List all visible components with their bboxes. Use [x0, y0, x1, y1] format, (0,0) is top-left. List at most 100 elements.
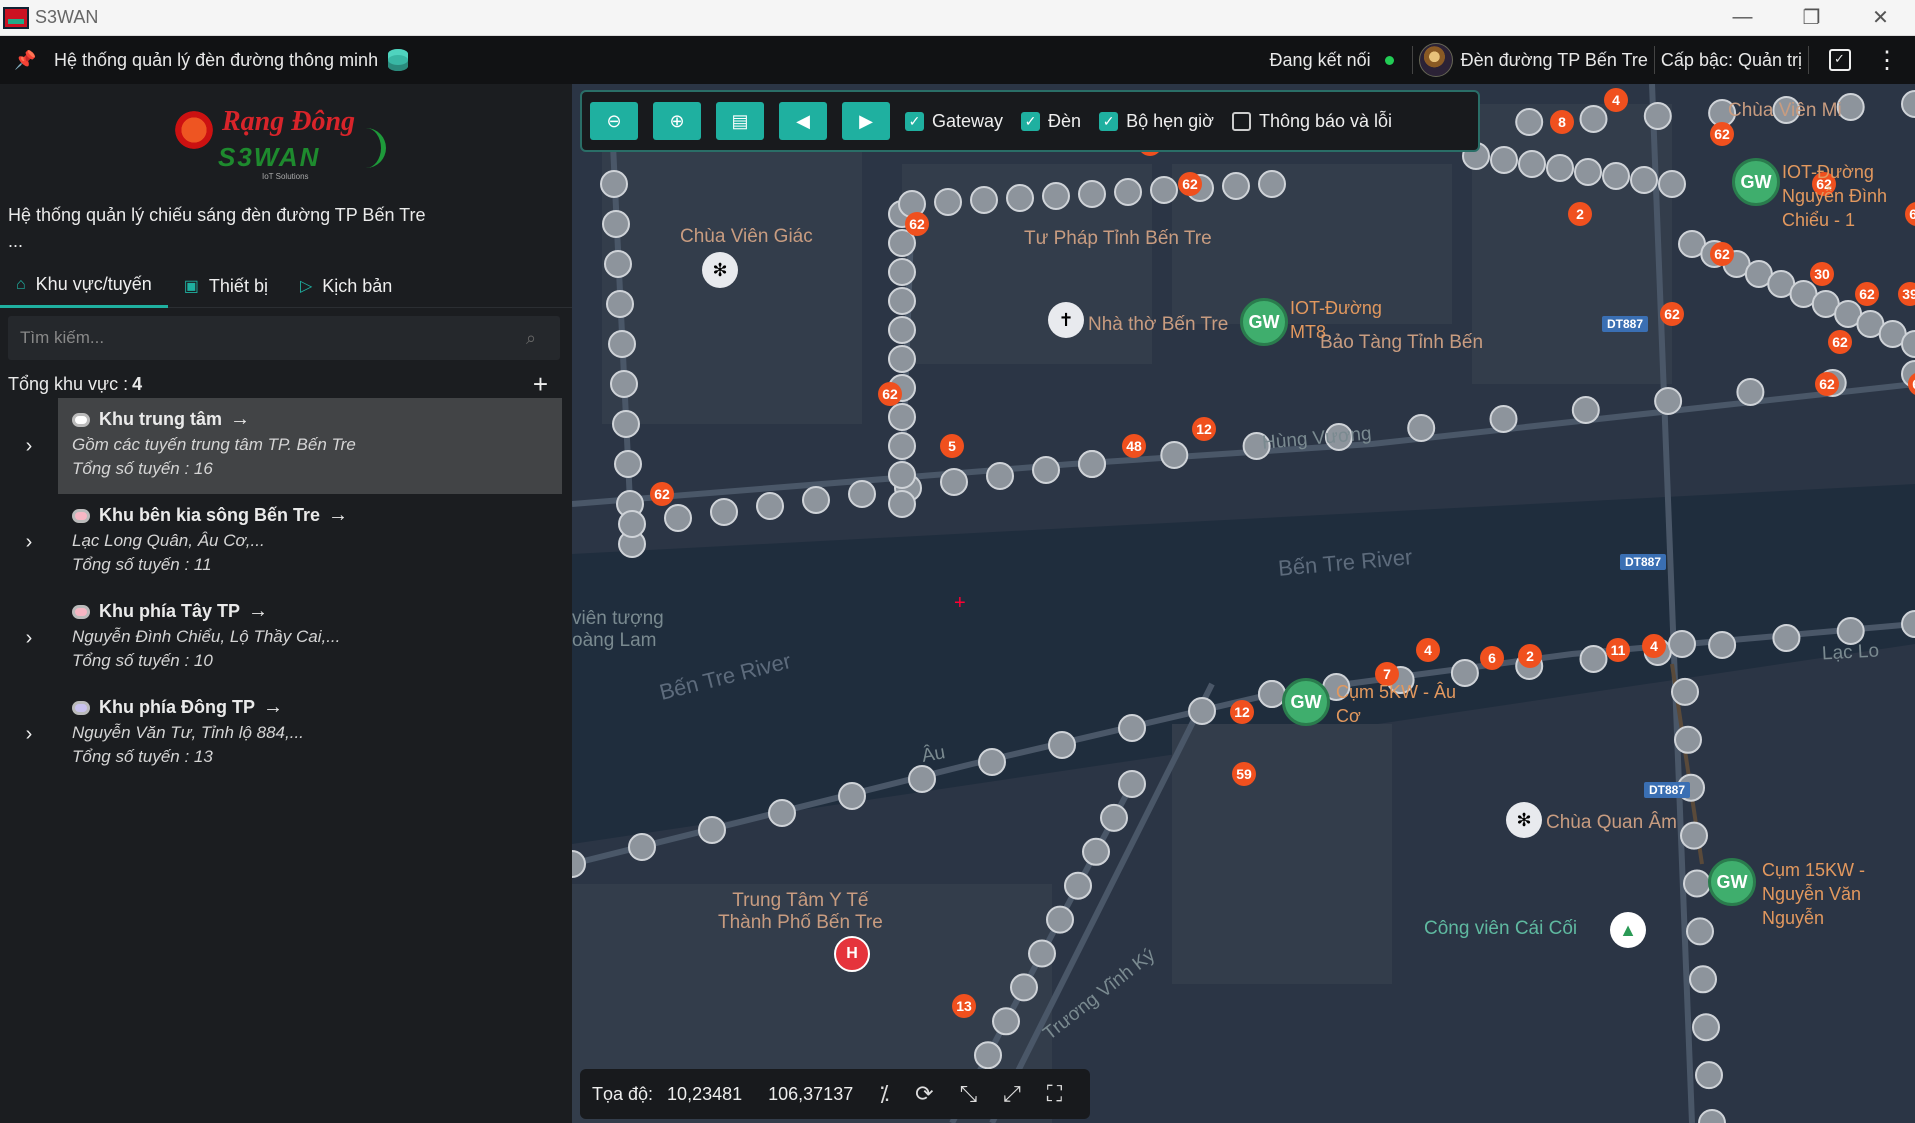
area-item-west[interactable]: › Khu phía Tây TP → Nguyễn Đình Chiểu, Lộ…	[0, 590, 572, 686]
lamp-marker[interactable]	[1490, 146, 1518, 174]
lamp-marker[interactable]	[1686, 917, 1714, 946]
lamp-marker[interactable]	[628, 833, 656, 861]
lamp-marker[interactable]	[1028, 939, 1056, 968]
organization-name[interactable]: Đèn đường TP Bến Tre	[1461, 50, 1648, 71]
lamp-marker[interactable]	[1692, 1013, 1720, 1042]
lamp-marker[interactable]	[970, 186, 998, 214]
chevron-right-icon[interactable]: ›	[0, 398, 58, 494]
lamp-marker[interactable]	[940, 468, 968, 496]
lamp-marker[interactable]	[1654, 387, 1683, 415]
history-forward-button[interactable]: ▶	[842, 102, 890, 140]
fit-screen-icon[interactable]: ⛶	[1047, 1081, 1062, 1107]
area-item-across-river[interactable]: › Khu bên kia sông Bến Tre → Lạc Long Quâ…	[0, 494, 572, 590]
church-icon[interactable]: ✝	[1048, 302, 1084, 338]
lamp-marker[interactable]	[1683, 869, 1711, 898]
lamp-marker[interactable]	[1772, 624, 1801, 652]
refresh-icon[interactable]: ⟳	[915, 1081, 933, 1107]
lamp-marker[interactable]	[888, 258, 916, 286]
lamp-marker[interactable]	[934, 188, 962, 216]
lamp-marker[interactable]	[992, 1007, 1020, 1036]
collapse-icon[interactable]: ⤡	[960, 1081, 978, 1107]
arrow-right-icon[interactable]: →	[248, 600, 268, 623]
lamp-marker[interactable]	[602, 210, 630, 238]
lamp-marker[interactable]	[664, 504, 692, 532]
history-back-button[interactable]: ◀	[779, 102, 827, 140]
calendar-check-icon[interactable]	[1829, 49, 1851, 71]
hospital-icon[interactable]: H	[834, 936, 870, 972]
lamp-marker[interactable]	[1736, 378, 1765, 406]
gateway-checkbox[interactable]: ✓ Gateway	[905, 111, 1003, 132]
lamp-marker[interactable]	[1064, 871, 1092, 900]
lamp-marker[interactable]	[1100, 803, 1128, 832]
expand-icon[interactable]: ⤢	[1003, 1081, 1021, 1107]
lamp-marker[interactable]	[888, 403, 916, 431]
chevron-right-icon[interactable]: ›	[0, 494, 58, 590]
lamp-marker[interactable]	[1546, 154, 1574, 182]
close-button[interactable]: ✕	[1846, 0, 1915, 36]
lamp-marker[interactable]	[1574, 158, 1602, 186]
checkbox-unchecked-icon[interactable]	[1231, 111, 1251, 131]
lamp-marker[interactable]	[610, 370, 638, 398]
lamp-marker[interactable]	[908, 765, 936, 793]
lamp-marker[interactable]	[1082, 837, 1110, 866]
lamp-marker[interactable]	[888, 490, 916, 518]
lamp-marker[interactable]	[608, 330, 636, 358]
tab-areas[interactable]: ⌂ Khu vực/tuyến	[0, 264, 168, 308]
lamp-marker[interactable]	[802, 486, 830, 514]
park-tree-icon[interactable]: ▲	[1610, 912, 1646, 948]
checkbox-checked-icon[interactable]: ✓	[1021, 111, 1041, 131]
lamp-marker[interactable]	[1630, 166, 1658, 194]
area-item-east[interactable]: › Khu phía Đông TP → Nguyễn Văn Tư, Tỉnh …	[0, 686, 572, 782]
lamp-marker[interactable]	[698, 816, 726, 844]
lamp-marker[interactable]	[848, 480, 876, 508]
lamp-marker[interactable]	[1571, 396, 1600, 424]
chevron-right-icon[interactable]: ›	[0, 590, 58, 686]
measure-icon[interactable]: ⁒	[879, 1081, 889, 1107]
lamp-marker[interactable]	[888, 287, 916, 315]
lamp-marker[interactable]	[1048, 731, 1076, 759]
gateway-marker[interactable]: GW	[1708, 858, 1756, 906]
lamp-marker[interactable]	[1150, 176, 1178, 204]
organization-avatar[interactable]	[1418, 43, 1453, 77]
lamp-marker[interactable]	[888, 432, 916, 460]
search-input[interactable]	[8, 328, 526, 348]
alerts-checkbox[interactable]: Thông báo và lỗi	[1231, 111, 1392, 132]
lamp-marker[interactable]	[1518, 150, 1546, 178]
zoom-out-button[interactable]: ⊖	[590, 102, 638, 140]
lamp-marker[interactable]	[612, 410, 640, 438]
lamp-marker[interactable]	[1114, 178, 1142, 206]
zoom-in-button[interactable]: ⊕	[653, 102, 701, 140]
lamp-marker[interactable]	[1695, 1061, 1723, 1090]
lamp-marker[interactable]	[1078, 450, 1106, 478]
gateway-marker[interactable]: GW	[1240, 298, 1288, 346]
lamp-marker[interactable]	[888, 316, 916, 344]
search-icon[interactable]: ⌕	[526, 328, 560, 349]
checkbox-checked-icon[interactable]: ✓	[905, 111, 924, 131]
gateway-marker[interactable]: GW	[1282, 678, 1330, 726]
area-item-central[interactable]: › Khu trung tâm → Gồm các tuyến trung tâm…	[0, 398, 572, 494]
lamp-marker[interactable]	[1658, 170, 1686, 198]
lamp-marker[interactable]	[604, 250, 632, 278]
lamp-marker[interactable]	[710, 498, 738, 526]
lamp-marker[interactable]	[1680, 821, 1708, 850]
lamp-marker[interactable]	[606, 290, 634, 318]
description-more[interactable]: ...	[8, 228, 548, 254]
lamp-marker[interactable]	[1042, 182, 1070, 210]
checkbox-checked-icon[interactable]: ✓	[1099, 111, 1119, 131]
lamp-marker[interactable]	[1671, 677, 1699, 706]
lamp-marker[interactable]	[1078, 180, 1106, 208]
lamp-marker[interactable]	[1643, 102, 1672, 130]
arrow-right-icon[interactable]: →	[263, 696, 283, 719]
arrow-right-icon[interactable]: →	[230, 408, 250, 431]
lamp-marker[interactable]	[1188, 697, 1216, 725]
pagoda-icon[interactable]: ✻	[702, 252, 738, 288]
contact-card-button[interactable]: ▤	[716, 102, 764, 140]
more-menu-icon[interactable]: ⋮	[1875, 46, 1899, 75]
lamp-marker[interactable]	[888, 345, 916, 373]
lamp-marker[interactable]	[838, 782, 866, 810]
lamp-marker[interactable]	[600, 170, 628, 198]
lamp-marker[interactable]	[1222, 172, 1250, 200]
lamp-marker[interactable]	[1689, 965, 1717, 994]
lamp-marker[interactable]	[1258, 170, 1286, 198]
add-area-button[interactable]: +	[533, 369, 548, 400]
